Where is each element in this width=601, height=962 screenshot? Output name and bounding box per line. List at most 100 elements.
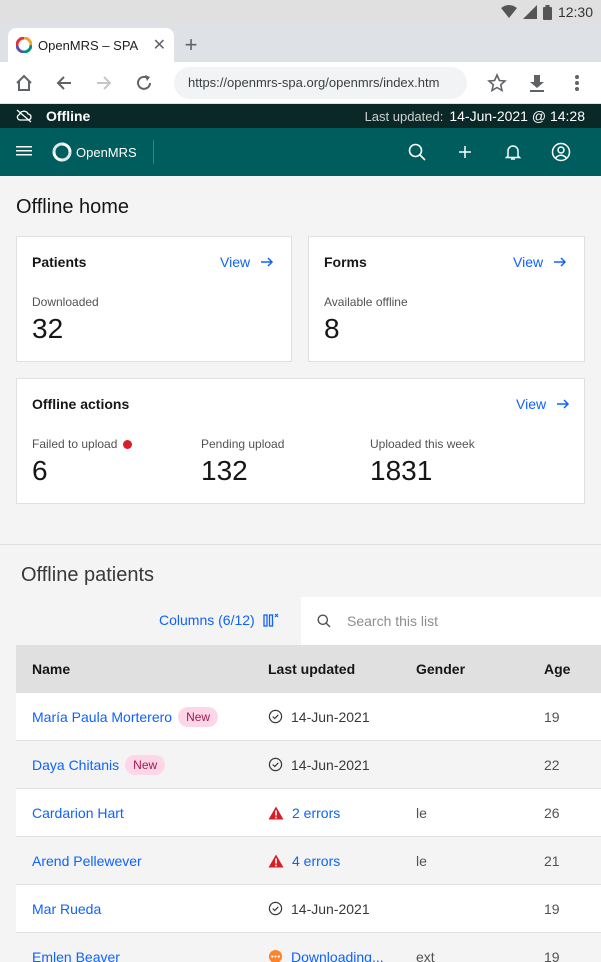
arrow-right-icon [97,75,112,90]
last-updated-cell: 14-Jun-2021 [268,709,416,725]
last-updated-text[interactable]: Downloading... [291,949,384,962]
home-icon [16,74,32,91]
patient-name-link[interactable]: Arend Pellewever [32,853,142,869]
download-button[interactable] [519,65,555,101]
patients-card: Patients View Downloaded 32 [16,236,292,362]
patient-search-input[interactable]: Search this list [301,597,601,645]
pending-upload-label: Pending upload [201,437,285,451]
error-dot-icon [123,439,133,449]
search-button[interactable] [393,128,441,176]
gender-cell: le [416,852,427,869]
new-tab-button[interactable]: + [174,28,208,62]
column-settings-icon [263,613,279,627]
age-cell: 19 [544,900,560,917]
failed-upload-label: Failed to upload [32,437,133,451]
patient-name-link[interactable]: María Paula Morterero [32,709,172,725]
uploaded-week-value: 1831 [370,455,433,486]
openmrs-logo-icon [52,142,72,162]
notifications-button[interactable] [489,128,537,176]
last-updated-cell: Downloading... [268,949,416,962]
gender-cell: ext [416,948,435,962]
wifi-icon [500,5,517,18]
browser-tab-strip: OpenMRS – SPA ✕ + [0,24,601,62]
add-button[interactable] [441,128,489,176]
last-updated-cell: 14-Jun-2021 [268,757,416,773]
table-header: Name Last updated Gender Age [16,645,601,693]
failed-upload-text: Failed to upload [32,437,118,451]
reload-icon [137,74,151,90]
patient-name-link[interactable]: Emlen Beaver [32,949,120,962]
user-menu-button[interactable] [537,128,585,176]
age-cell: 21 [544,852,560,869]
last-updated-text: 14-Jun-2021 [291,900,370,917]
search-icon [317,614,331,628]
more-vertical-icon [575,74,579,91]
table-row[interactable]: Arend Pellewever 4 errors le 21 [16,837,601,885]
back-button[interactable] [46,65,82,101]
forms-card: Forms View Available offline 8 [308,236,585,362]
download-icon [530,74,544,92]
age-cell: 22 [544,756,560,773]
name-cell: Emlen Beaver [16,949,268,962]
patients-view-label: View [220,254,251,270]
forms-view-label: View [513,254,544,270]
table-row[interactable]: Emlen Beaver Downloading... ext 19 [16,933,601,962]
name-cell: Daya Chitanis New [16,754,268,775]
last-updated-text[interactable]: 2 errors [292,805,340,821]
menu-button[interactable] [559,65,595,101]
hamburger-menu-icon[interactable] [16,145,34,159]
forward-button[interactable] [86,65,122,101]
offline-actions-view-link[interactable]: View [516,396,570,412]
header-age[interactable]: Age [544,661,601,677]
reload-button[interactable] [126,65,162,101]
offline-label: Offline [46,108,91,124]
arrow-left-icon [56,75,71,90]
last-updated-value: 14-Jun-2021 @ 14:28 [449,108,585,124]
browser-tab[interactable]: OpenMRS – SPA ✕ [8,28,174,62]
new-tag: New [125,754,166,775]
cloud-offline-icon [16,109,32,123]
home-button[interactable] [6,65,42,101]
table-row[interactable]: Cardarion Hart 2 errors le 26 [16,789,601,837]
offline-actions-view-label: View [516,396,547,412]
device-status-bar: 12:30 [0,0,601,24]
patient-name-link[interactable]: Mar Rueda [32,901,101,917]
patient-name-link[interactable]: Daya Chitanis [32,757,119,773]
last-updated-text[interactable]: 4 errors [292,853,340,869]
warning-icon [268,854,284,867]
age-cell: 19 [544,708,560,725]
signal-icon [522,5,537,19]
plus-icon [459,146,471,158]
table-row[interactable]: María Paula Morterero New 14-Jun-2021 19 [16,693,601,741]
last-updated-label: Last updated: [364,108,444,124]
table-row[interactable]: Daya Chitanis New 14-Jun-2021 22 [16,741,601,789]
patient-name-link[interactable]: Cardarion Hart [32,805,124,821]
user-avatar-icon [551,142,571,162]
last-updated-text: 14-Jun-2021 [291,756,370,773]
star-icon [487,72,507,92]
openmrs-logo[interactable]: OpenMRS [52,140,154,164]
patients-card-title: Patients [32,254,87,270]
header-name[interactable]: Name [16,661,268,677]
forms-view-link[interactable]: View [513,254,567,270]
close-tab-icon[interactable]: ✕ [153,35,166,55]
gender-cell: le [416,804,427,821]
available-offline-label: Available offline [324,295,408,309]
bookmark-button[interactable] [479,65,515,101]
name-cell: Arend Pellewever [16,853,268,869]
address-bar[interactable]: https://openmrs-spa.org/openmrs/index.ht… [174,66,467,99]
pending-upload-value: 132 [201,455,248,486]
age-cell: 26 [544,804,560,821]
openmrs-favicon-icon [16,37,32,53]
header-last-updated[interactable]: Last updated [268,661,416,677]
header-gender[interactable]: Gender [416,661,544,677]
brand-name: OpenMRS [76,144,137,160]
table-row[interactable]: Mar Rueda 14-Jun-2021 19 [16,885,601,933]
checkmark-outline-icon [268,757,283,772]
search-icon [408,143,426,161]
columns-button[interactable]: Columns (6/12) [159,612,279,628]
search-placeholder: Search this list [347,613,439,629]
warning-icon [268,806,284,819]
patients-view-link[interactable]: View [220,254,274,270]
age-cell: 19 [544,948,560,962]
